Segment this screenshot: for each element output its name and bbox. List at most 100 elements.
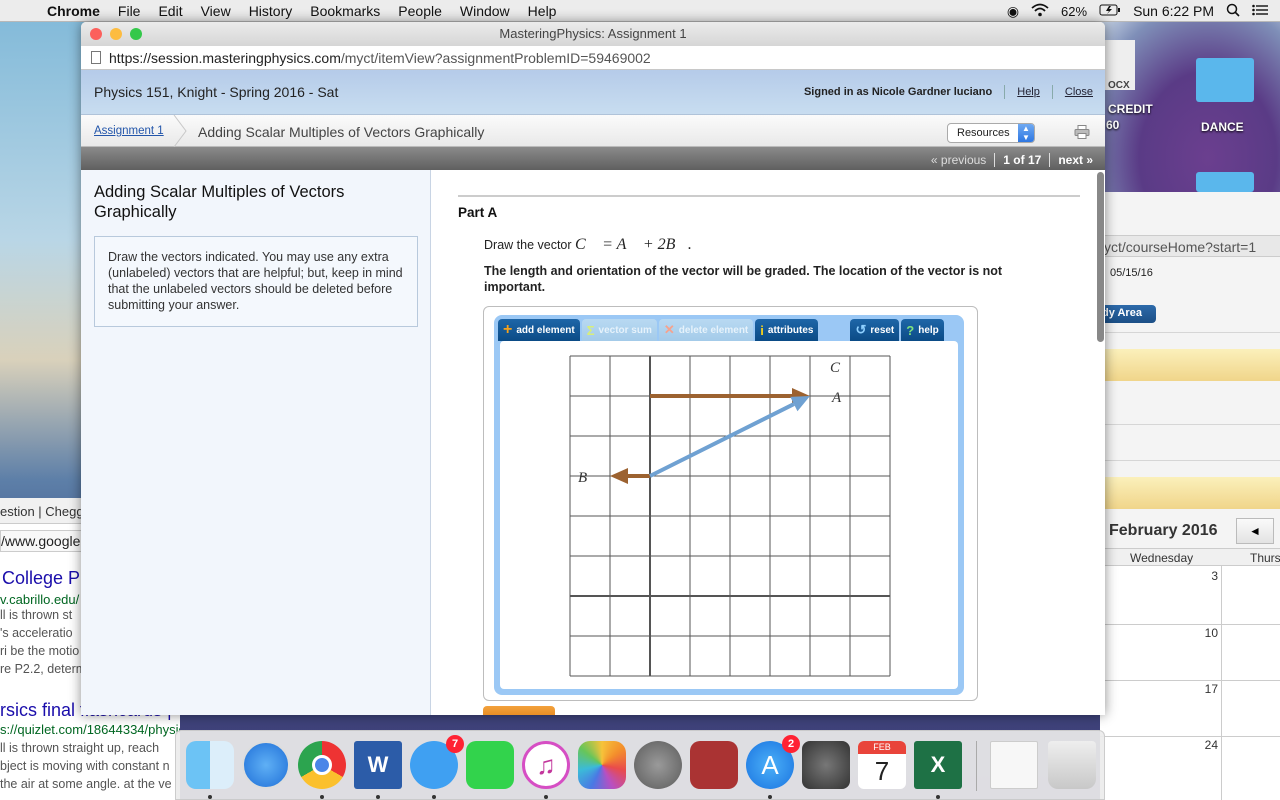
help-link[interactable]: Help bbox=[1017, 86, 1040, 98]
vector-sum-button[interactable]: Σvector sum bbox=[581, 319, 657, 341]
course-header: Physics 151, Knight - Spring 2016 - Sat … bbox=[81, 70, 1105, 115]
resources-select-value: Resources bbox=[957, 127, 1010, 139]
dock-messages-icon[interactable]: 7 bbox=[410, 735, 464, 789]
menu-view[interactable]: View bbox=[192, 3, 240, 19]
delete-element-button[interactable]: ✕ delete element bbox=[658, 319, 754, 341]
folder-icon[interactable] bbox=[1196, 172, 1254, 192]
minimize-window-button[interactable] bbox=[110, 28, 122, 40]
menu-file[interactable]: File bbox=[109, 3, 150, 19]
separator bbox=[1004, 85, 1006, 99]
menu-window[interactable]: Window bbox=[451, 3, 519, 19]
running-indicator bbox=[768, 795, 772, 799]
breadcrumb-assignment-link[interactable]: Assignment 1 bbox=[94, 125, 164, 137]
background-window-course-home[interactable]: yct/courseHome?start=1 05/15/16 dy Area … bbox=[1100, 192, 1280, 800]
study-area-button[interactable]: dy Area bbox=[1100, 305, 1156, 323]
calendar-date[interactable]: 17 bbox=[1190, 682, 1218, 696]
result-snippet: ll is thrown straight up, reach bbox=[0, 741, 160, 755]
running-indicator bbox=[936, 795, 940, 799]
dock-itunes-icon[interactable]: ♫ bbox=[522, 741, 570, 789]
url-bar[interactable]: yct/courseHome?start=1 bbox=[1100, 235, 1280, 257]
dock-system-preferences-icon[interactable] bbox=[802, 741, 850, 789]
dock-photo-booth-icon[interactable] bbox=[690, 741, 738, 789]
close-link[interactable]: Close bbox=[1065, 86, 1093, 98]
divider bbox=[1100, 332, 1280, 333]
dock-chrome-icon[interactable] bbox=[298, 741, 346, 789]
messages-badge: 7 bbox=[446, 735, 464, 753]
resources-select[interactable]: Resources ▲ ▼ bbox=[947, 123, 1035, 143]
folder-icon[interactable] bbox=[1196, 58, 1254, 102]
clock[interactable]: Sun 6:22 PM bbox=[1133, 3, 1214, 19]
divider bbox=[458, 195, 1080, 197]
dock-excel-icon[interactable]: X bbox=[914, 741, 962, 789]
day-header: Thurs bbox=[1250, 551, 1280, 565]
signed-in-user: Signed in as Nicole Gardner luciano bbox=[803, 86, 993, 98]
dock: W 7 ♫ A2 FEB 7 X bbox=[175, 730, 1105, 800]
menu-edit[interactable]: Edit bbox=[149, 3, 191, 19]
menu-app-name[interactable]: Chrome bbox=[38, 3, 109, 19]
window-title: MasteringPhysics: Assignment 1 bbox=[499, 26, 687, 41]
dock-app-store-icon[interactable]: A2 bbox=[746, 735, 800, 789]
submit-button[interactable] bbox=[483, 706, 555, 715]
dock-safari-icon[interactable] bbox=[242, 741, 290, 789]
window-title-bar[interactable]: MasteringPhysics: Assignment 1 bbox=[81, 22, 1105, 46]
problem-title: Adding Scalar Multiples of Vectors Graph… bbox=[94, 183, 345, 221]
vector-drawing-tool: + add element Σvector sum ✕ delete element… bbox=[483, 306, 978, 701]
section-bar bbox=[1100, 477, 1280, 509]
select-arrows-icon: ▲ ▼ bbox=[1018, 124, 1034, 142]
print-icon[interactable] bbox=[1074, 125, 1090, 139]
add-element-button[interactable]: + add element bbox=[498, 319, 580, 341]
dock-photos-icon[interactable] bbox=[578, 741, 626, 789]
browser-window: MasteringPhysics: Assignment 1 https://s… bbox=[81, 22, 1105, 715]
dock-document-icon[interactable] bbox=[990, 741, 1038, 789]
button-label: attributes bbox=[767, 324, 814, 336]
calendar-date[interactable]: 3 bbox=[1190, 569, 1218, 583]
x-icon: ✕ bbox=[663, 322, 675, 337]
battery-percent: 62% bbox=[1061, 3, 1088, 19]
result-snippet: ll is thrown st bbox=[0, 608, 73, 622]
address-bar[interactable]: https://session.masteringphysics.com/myc… bbox=[81, 46, 1105, 70]
breadcrumb-chevron-icon bbox=[173, 115, 187, 147]
menu-history[interactable]: History bbox=[240, 3, 302, 19]
page-icon bbox=[91, 51, 101, 64]
calendar-day: 7 bbox=[874, 756, 890, 786]
button-label: delete element bbox=[678, 324, 749, 336]
page-position: 1 of 17 bbox=[1003, 153, 1042, 167]
vector-grid[interactable]: C⃗ A⃗ B⃗ bbox=[500, 341, 958, 689]
calendar-date[interactable]: 24 bbox=[1190, 738, 1218, 752]
dock-trash-icon[interactable] bbox=[1048, 741, 1096, 789]
dock-calendar-icon[interactable]: FEB 7 bbox=[858, 741, 906, 789]
page-scrollbar[interactable] bbox=[1097, 172, 1104, 342]
wifi-icon[interactable] bbox=[1031, 3, 1049, 20]
calendar-month: FEB bbox=[858, 741, 906, 754]
section-bar bbox=[1100, 349, 1280, 381]
calendar-prev-button[interactable]: ◄ bbox=[1236, 518, 1274, 544]
menu-bookmarks[interactable]: Bookmarks bbox=[301, 3, 389, 19]
reset-button[interactable]: ↺ reset bbox=[850, 319, 900, 341]
calendar-row-line bbox=[1100, 624, 1280, 625]
prompt-text: Draw the vector bbox=[484, 238, 576, 252]
notification-center-icon[interactable] bbox=[1252, 3, 1268, 19]
menu-help[interactable]: Help bbox=[519, 3, 566, 19]
result-title[interactable]: College P bbox=[2, 568, 80, 589]
problem-content: Part A Draw the vector C⃗ = A⃗ + 2B⃗. Th… bbox=[431, 170, 1105, 715]
grading-note: The length and orientation of the vector… bbox=[484, 264, 1003, 294]
drawing-canvas[interactable]: C⃗ A⃗ B⃗ bbox=[500, 341, 958, 689]
menu-people[interactable]: People bbox=[389, 3, 451, 19]
battery-icon[interactable] bbox=[1099, 3, 1121, 19]
button-label: vector sum bbox=[598, 324, 652, 336]
dock-finder-icon[interactable] bbox=[186, 741, 234, 789]
help-button[interactable]: ? help bbox=[901, 319, 944, 341]
dock-launchpad-icon[interactable] bbox=[634, 741, 682, 789]
attributes-button[interactable]: i attributes bbox=[755, 319, 819, 341]
close-window-button[interactable] bbox=[90, 28, 102, 40]
zoom-window-button[interactable] bbox=[130, 28, 142, 40]
next-link[interactable]: next » bbox=[1058, 153, 1093, 167]
spotlight-search-icon[interactable] bbox=[1226, 3, 1240, 20]
calendar-header: Wednesday Thurs bbox=[1100, 548, 1280, 566]
divider bbox=[1100, 460, 1280, 461]
screen-sharing-icon[interactable]: ◉ bbox=[1007, 3, 1019, 20]
calendar-date[interactable]: 10 bbox=[1190, 626, 1218, 640]
previous-link[interactable]: « previous bbox=[931, 153, 986, 167]
dock-facetime-icon[interactable] bbox=[466, 741, 514, 789]
dock-word-icon[interactable]: W bbox=[354, 741, 402, 789]
